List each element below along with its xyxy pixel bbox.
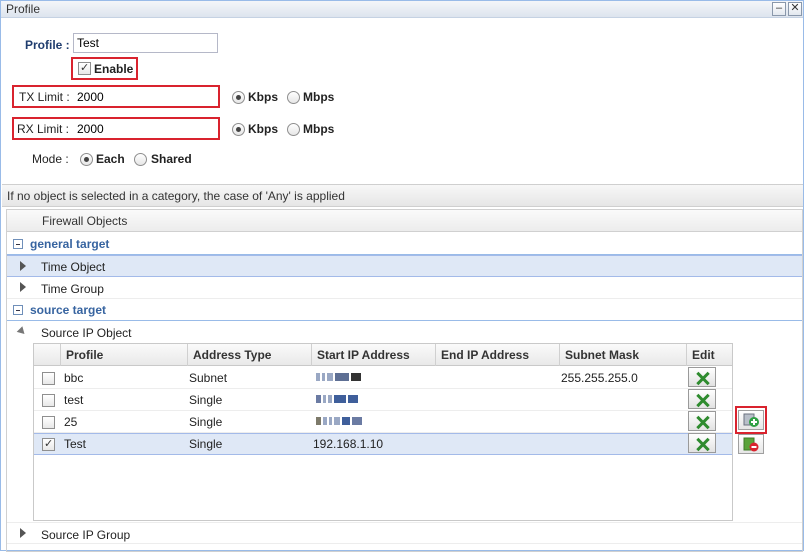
expand-arrow-icon[interactable] — [20, 261, 26, 271]
tree-row-label: Time Object — [41, 260, 106, 274]
mode-each-radio[interactable] — [80, 153, 93, 166]
mode-shared-radio[interactable] — [134, 153, 147, 166]
tree-row-label: Source IP Group — [41, 528, 131, 542]
cell-profile: test — [64, 393, 84, 407]
column-header-end-ip[interactable]: End IP Address — [435, 344, 559, 366]
tree-row-source-ip-group[interactable]: Source IP Group — [7, 522, 802, 544]
delete-object-glyph — [743, 437, 759, 452]
rx-mbps-radio[interactable] — [287, 123, 300, 136]
cell-profile: Test — [64, 437, 87, 451]
group-general-target-label: general target — [30, 237, 110, 251]
tx-kbps-radio[interactable] — [232, 91, 245, 104]
rx-limit-input[interactable] — [74, 119, 218, 138]
delete-object-icon[interactable] — [738, 434, 764, 454]
close-icon[interactable]: ✕ — [788, 2, 802, 16]
table-row[interactable]: bbc Subnet 255.255.255.0 — [34, 367, 732, 389]
source-ip-object-table: Profile Address Type Start IP Address En… — [33, 343, 733, 521]
tree-row-label: Source IP Object — [41, 326, 132, 340]
group-source-target-label: source target — [30, 303, 107, 317]
redacted-ip — [316, 395, 360, 403]
wrench-icon[interactable] — [688, 411, 716, 431]
mode-label: Mode : — [32, 152, 69, 166]
profile-label: Profile : — [25, 38, 70, 52]
column-header-address-type[interactable]: Address Type — [187, 344, 311, 366]
cell-profile: 25 — [64, 415, 78, 429]
window-title: Profile — [6, 2, 41, 16]
column-header-edit[interactable]: Edit — [686, 344, 732, 366]
tree-row-time-object[interactable]: Time Object — [7, 255, 802, 277]
mode-each-label: Each — [96, 152, 125, 166]
grid-header-label: Firewall Objects — [42, 214, 128, 228]
tx-limit-label: TX Limit : — [19, 90, 70, 104]
rx-mbps-label: Mbps — [303, 122, 335, 136]
info-text: If no object is selected in a category, … — [7, 189, 345, 203]
cell-address-type: Subnet — [189, 371, 228, 385]
group-source-target[interactable]: source target — [7, 299, 802, 321]
rx-kbps-radio[interactable] — [232, 123, 245, 136]
cell-address-type: Single — [189, 393, 223, 407]
column-header-profile[interactable]: Profile — [60, 344, 187, 366]
redacted-ip — [316, 417, 364, 425]
enable-checkbox[interactable] — [78, 61, 91, 75]
tx-mbps-radio[interactable] — [287, 91, 300, 104]
row-checkbox[interactable] — [42, 394, 55, 407]
row-checkbox[interactable] — [42, 416, 55, 429]
title-bar: Profile – ✕ — [1, 1, 803, 18]
redacted-ip — [316, 373, 363, 381]
collapse-arrow-icon[interactable] — [16, 326, 28, 337]
table-row-selected[interactable]: Test Single 192.168.1.10 — [34, 433, 732, 455]
cell-subnet-mask: 255.255.255.0 — [561, 371, 638, 385]
tree-row-time-group[interactable]: Time Group — [7, 277, 802, 299]
profile-name-input[interactable] — [73, 33, 218, 53]
mode-shared-label: Shared — [151, 152, 192, 166]
add-object-glyph — [743, 413, 759, 427]
cell-profile: bbc — [64, 371, 84, 385]
table-row[interactable]: 25 Single — [34, 411, 732, 433]
rx-limit-label: RX Limit : — [17, 122, 70, 136]
group-general-target[interactable]: general target — [7, 233, 802, 255]
tree-row-label: Time Group — [41, 282, 104, 296]
firewall-objects-grid: Firewall Objects general target Time Obj… — [6, 209, 803, 552]
expand-arrow-icon[interactable] — [20, 282, 26, 292]
column-header-start-ip[interactable]: Start IP Address — [311, 344, 435, 366]
info-bar: If no object is selected in a category, … — [2, 184, 803, 207]
rx-kbps-label: Kbps — [248, 122, 278, 136]
minimize-icon[interactable]: – — [772, 2, 786, 16]
row-checkbox[interactable] — [42, 372, 55, 385]
table-row[interactable]: test Single — [34, 389, 732, 411]
collapse-icon[interactable] — [13, 305, 23, 315]
cell-address-type: Single — [189, 437, 223, 451]
tx-mbps-label: Mbps — [303, 90, 335, 104]
enable-label: Enable — [94, 62, 134, 76]
wrench-icon[interactable] — [688, 433, 716, 453]
tx-limit-input[interactable] — [74, 87, 218, 106]
tx-kbps-label: Kbps — [248, 90, 278, 104]
profile-window: Profile – ✕ Profile : Enable TX Limit : … — [0, 0, 804, 552]
grid-header: Firewall Objects — [7, 210, 802, 232]
cell-start-ip: 192.168.1.10 — [313, 437, 384, 451]
collapse-icon[interactable] — [13, 239, 23, 249]
expand-arrow-icon[interactable] — [20, 528, 26, 538]
table-header: Profile Address Type Start IP Address En… — [34, 344, 732, 366]
add-object-icon[interactable] — [738, 410, 764, 430]
row-checkbox[interactable] — [42, 437, 55, 451]
tree-row-source-ip-object[interactable]: Source IP Object — [7, 321, 802, 343]
cell-address-type: Single — [189, 415, 223, 429]
wrench-icon[interactable] — [688, 367, 716, 387]
wrench-icon[interactable] — [688, 389, 716, 409]
column-header-subnet-mask[interactable]: Subnet Mask — [559, 344, 686, 366]
